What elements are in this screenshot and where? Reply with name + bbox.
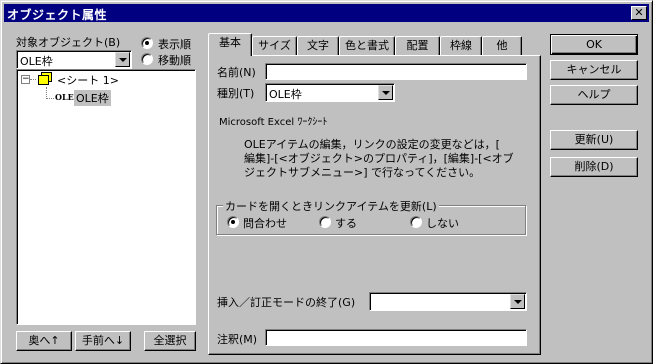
tab-text[interactable]: 文字 — [297, 36, 339, 55]
name-label: 名前(N) — [217, 66, 256, 79]
type-value: OLE枠 — [269, 88, 302, 101]
target-object-value: OLE枠 — [20, 55, 53, 68]
help-button[interactable]: ヘルプ — [550, 85, 638, 105]
chevron-down-icon[interactable] — [510, 294, 525, 309]
tree-child-label[interactable]: OLE枠 — [74, 90, 111, 106]
object-properties-dialog: オブジェクト属性 ✕ 対象オブジェクト(B) 表示順 移動順 OLE枠 − <シ… — [0, 0, 653, 364]
ole-class-name: Microsoft Excel ﾜｰｸｼｰﾄ — [219, 117, 328, 128]
note-field[interactable] — [265, 329, 527, 346]
ok-button[interactable]: OK — [550, 34, 638, 55]
delete-button[interactable]: 削除(D) — [550, 157, 638, 177]
tab-alignment[interactable]: 配置 — [395, 36, 440, 55]
update-ask-label: 問合わせ — [243, 217, 287, 230]
window-title: オブジェクト属性 — [7, 8, 108, 22]
tab-other[interactable]: 他 — [482, 36, 522, 55]
type-label: 種別(T) — [217, 87, 255, 100]
link-update-group-title: カードを開くときリンクアイテムを更新(L) — [223, 198, 439, 214]
chevron-down-icon[interactable] — [378, 85, 393, 100]
collapse-icon[interactable]: − — [21, 75, 30, 84]
chevron-down-icon[interactable] — [115, 52, 130, 67]
select-all-button[interactable]: 全選択 — [144, 331, 196, 351]
tree-connector — [30, 79, 36, 80]
tab-size[interactable]: サイズ — [252, 36, 297, 55]
tab-color-format[interactable]: 色と書式 — [339, 36, 395, 55]
description-line-3: ジェクトサブメニュー>] で行なってください。 — [244, 166, 481, 179]
update-ask-radio[interactable] — [227, 216, 239, 228]
link-update-group: カードを開くときリンクアイテムを更新(L) 問合わせ する しない — [216, 198, 526, 235]
close-button[interactable]: ✕ — [631, 6, 647, 20]
tab-border[interactable]: 枠線 — [440, 36, 482, 55]
end-mode-label: 挿入／訂正モードの終了(G) — [217, 296, 356, 309]
tree-connector — [46, 98, 54, 99]
basic-tab-panel: 名前(N) 種別(T) OLE枠 Microsoft Excel ﾜｰｸｼｰﾄ … — [208, 55, 541, 355]
update-yes-radio[interactable] — [319, 216, 331, 228]
bring-forward-button[interactable]: 手前へ↓ — [75, 331, 131, 351]
tab-basic[interactable]: 基本 — [208, 33, 252, 56]
sort-move-order-radio[interactable] — [141, 53, 153, 65]
send-backward-button[interactable]: 奥へ↑ — [16, 331, 72, 351]
sort-display-order-label: 表示順 — [158, 38, 191, 51]
ole-icon: OLE — [55, 92, 74, 102]
object-tree[interactable]: − <シート 1> OLE OLE枠 — [16, 69, 196, 325]
update-no-label: しない — [426, 217, 459, 230]
target-object-label: 対象オブジェクト(B) — [16, 36, 121, 49]
end-mode-combo[interactable] — [369, 292, 527, 311]
title-bar: オブジェクト属性 ✕ — [4, 4, 649, 22]
type-combo[interactable]: OLE枠 — [265, 83, 395, 102]
note-label: 注釈(M) — [217, 333, 258, 346]
name-field[interactable] — [265, 63, 527, 80]
sheet-icon — [38, 72, 52, 85]
target-object-combo[interactable]: OLE枠 — [16, 50, 132, 69]
update-no-radio[interactable] — [410, 216, 422, 228]
update-yes-label: する — [335, 217, 357, 230]
tree-root-label[interactable]: <シート 1> — [57, 72, 119, 88]
cancel-button[interactable]: キャンセル — [550, 60, 638, 80]
sort-display-order-radio[interactable] — [141, 37, 153, 49]
update-button[interactable]: 更新(U) — [550, 130, 638, 150]
sort-move-order-label: 移動順 — [158, 54, 191, 67]
